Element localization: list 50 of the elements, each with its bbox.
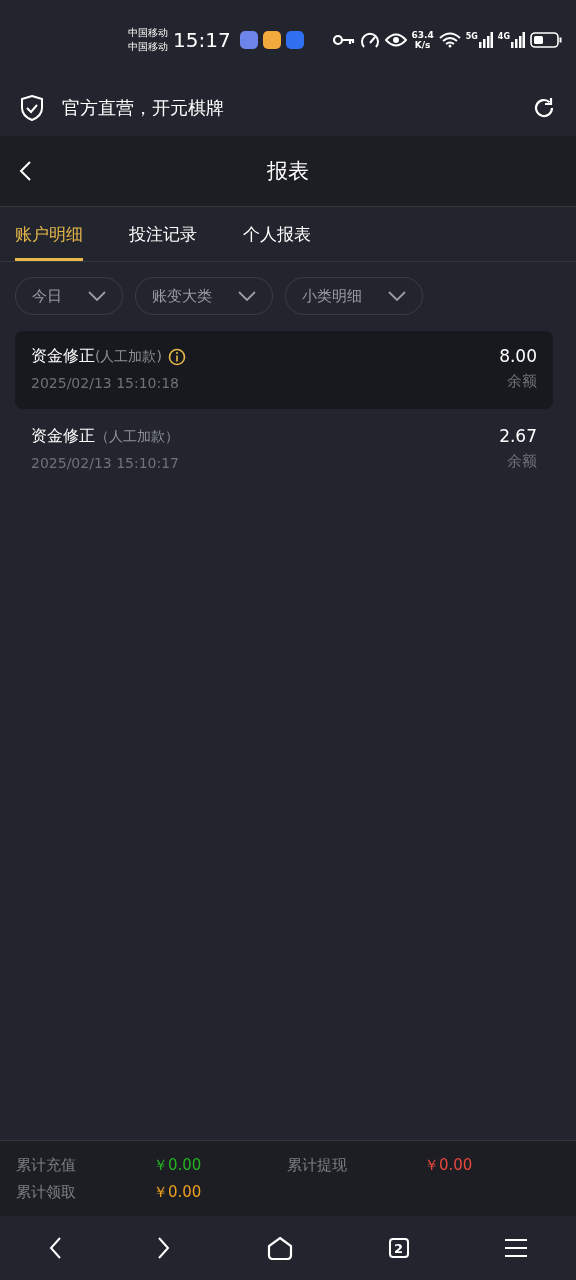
- battery-icon: [530, 32, 562, 48]
- forward-button[interactable]: [157, 1236, 172, 1260]
- record-time: 2025/02/13 15:10:17: [31, 455, 180, 471]
- tabs-button[interactable]: 2: [388, 1238, 409, 1258]
- record-card[interactable]: 资金修正（人工加款） 2025/02/13 15:10:17 2.67 余额: [15, 411, 553, 489]
- carrier-name: 中国移动: [128, 26, 168, 40]
- info-icon[interactable]: [167, 347, 186, 366]
- record-time: 2025/02/13 15:10:18: [31, 375, 181, 391]
- key-icon: [332, 34, 355, 46]
- chevron-down-icon: [388, 291, 406, 301]
- chevron-down-icon: [88, 291, 106, 301]
- home-button[interactable]: [267, 1236, 293, 1260]
- app-icon: [262, 31, 281, 49]
- record-title: 资金修正（人工加款）: [31, 426, 179, 447]
- app-icon: [285, 31, 304, 49]
- clock: 15:17: [173, 28, 231, 52]
- speedometer-icon: [359, 31, 380, 49]
- summary-label: 累计充值: [16, 1155, 77, 1175]
- app-icon: [239, 31, 258, 49]
- summary-value: ￥0.00: [424, 1155, 474, 1175]
- record-amount: 8.00: [499, 346, 537, 366]
- signal-icon: [511, 32, 525, 48]
- menu-button[interactable]: [504, 1238, 529, 1258]
- tab[interactable]: 投注记录: [129, 207, 197, 261]
- wifi-icon: [438, 32, 461, 48]
- summary-label: 累计提现: [287, 1155, 348, 1175]
- screen-title: 报表: [266, 158, 310, 185]
- back-button[interactable]: [47, 1236, 62, 1260]
- record-title: 资金修正(人工加款): [31, 346, 162, 367]
- signal-icon: [478, 32, 493, 48]
- tab[interactable]: 个人报表: [243, 207, 311, 261]
- back-icon[interactable]: [18, 160, 32, 182]
- net-speed: 63.4: [411, 30, 434, 40]
- page-title: 官方直营，开元棋牌: [62, 96, 225, 120]
- amount-label: 余额: [507, 452, 537, 471]
- record-card[interactable]: 资金修正(人工加款) 2025/02/13 15:10:18 8.00 余额: [15, 331, 553, 409]
- network-type: 4G: [497, 32, 510, 41]
- summary-value: ￥0.00: [153, 1155, 203, 1175]
- record-amount: 2.67: [499, 426, 537, 446]
- summary-label: 累计领取: [16, 1182, 77, 1202]
- summary-value: ￥0.00: [153, 1182, 203, 1202]
- amount-label: 余额: [507, 372, 537, 391]
- shield-check-icon: [20, 95, 44, 121]
- network-type: 5G: [465, 32, 478, 41]
- net-speed-unit: K/s: [414, 40, 431, 50]
- refresh-icon[interactable]: [532, 96, 556, 120]
- carrier-name: 中国移动: [128, 40, 168, 54]
- eye-icon: [384, 33, 407, 47]
- chevron-down-icon: [238, 291, 256, 301]
- tab[interactable]: 账户明细: [15, 207, 83, 261]
